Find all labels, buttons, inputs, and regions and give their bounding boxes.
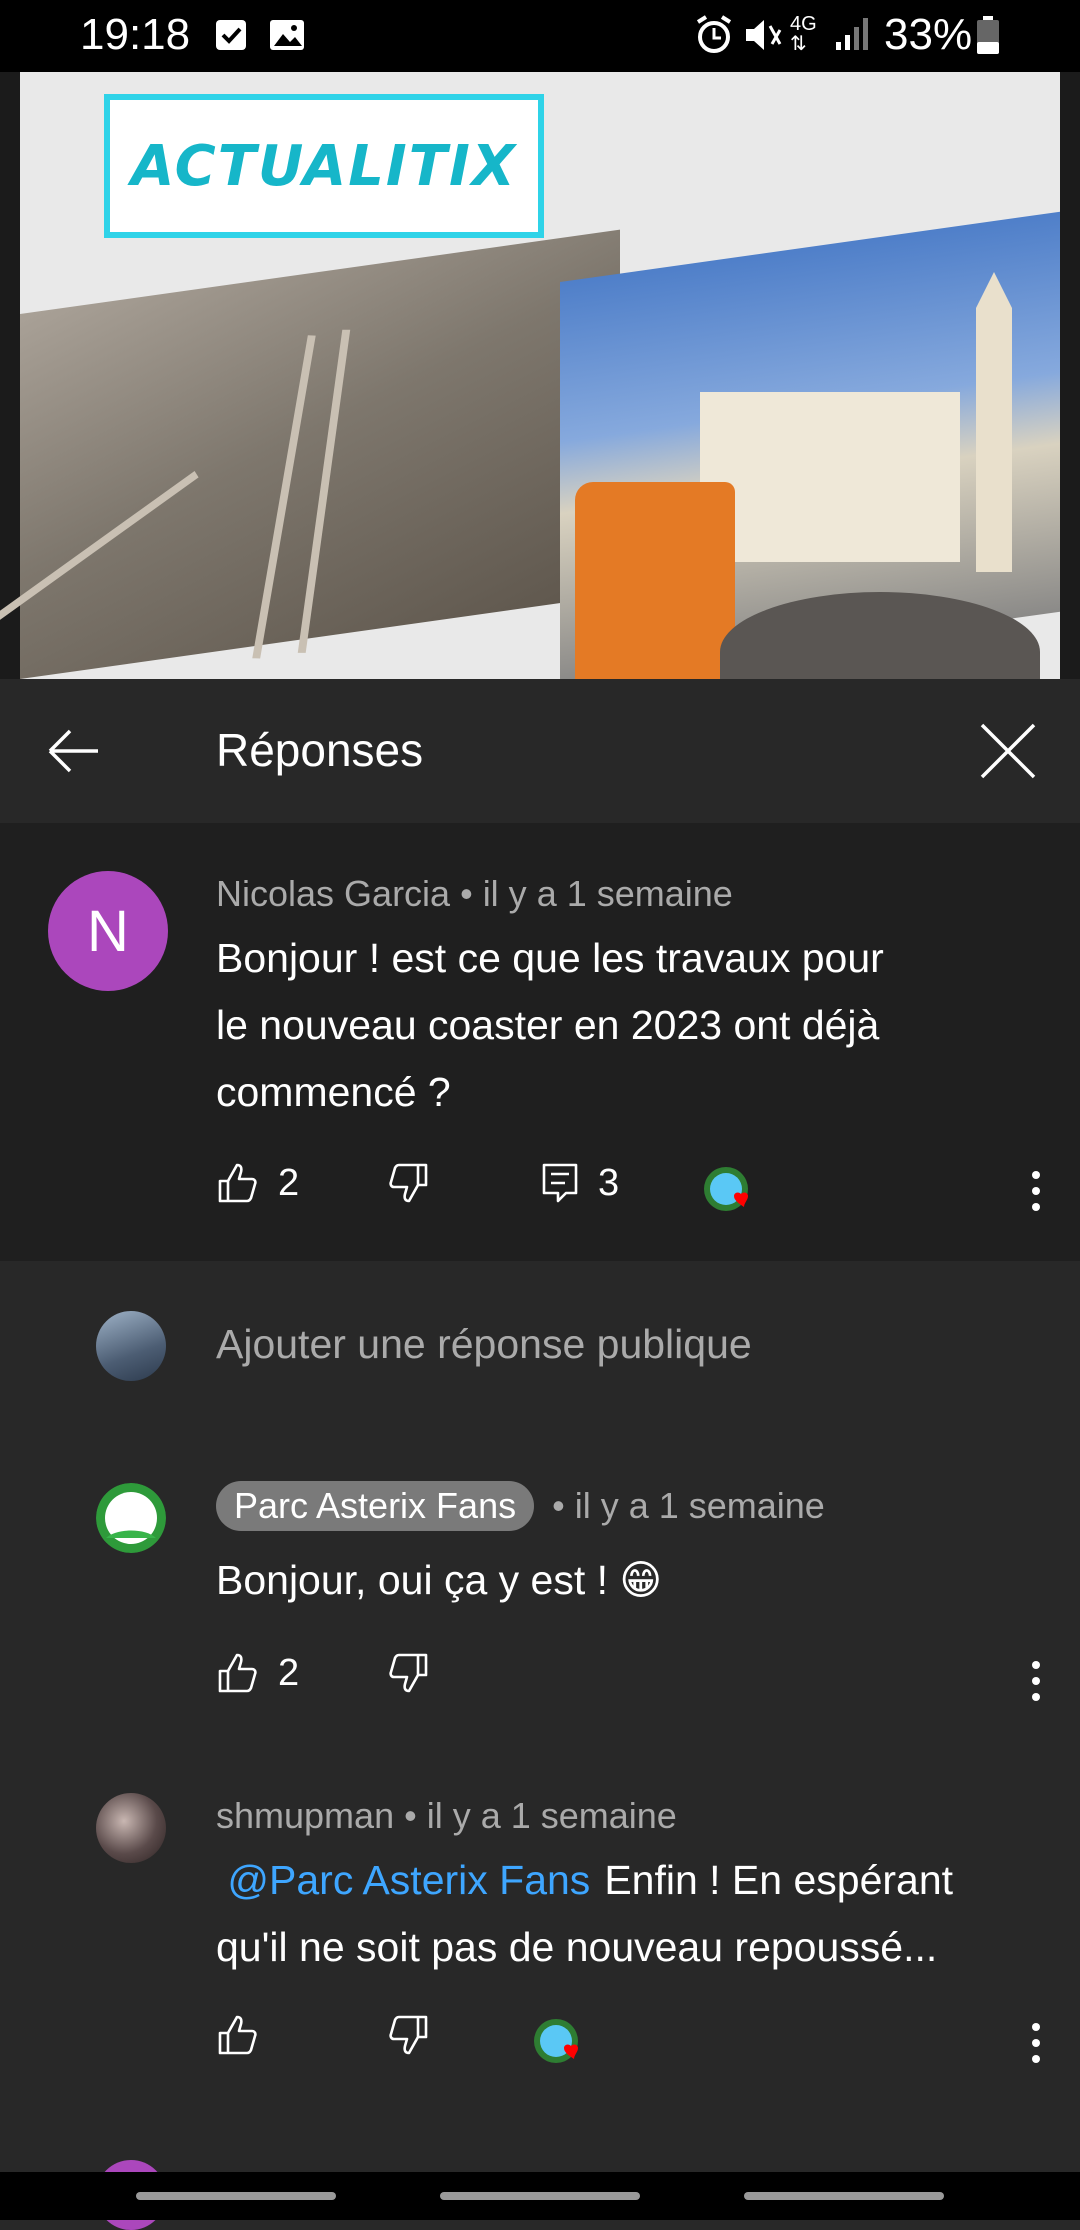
- comment-text-segment: Enfin ! En espérant: [604, 1857, 954, 1903]
- like-count: 2: [278, 1161, 300, 1204]
- comment-meta: shmupman • il y a 1 semaine: [216, 1795, 677, 1837]
- meta-separator: •: [542, 1485, 575, 1526]
- reply-input-row: Ajouter une réponse publique: [0, 1261, 1080, 1435]
- comment-text: Bonjour ! est ce que les travaux pour le…: [216, 925, 1026, 1126]
- comment-text-line: @Parc Asterix Fans Enfin ! En espérant: [216, 1847, 1026, 1914]
- reply-count-button[interactable]: 3: [540, 1161, 619, 1205]
- more-options-button[interactable]: [1026, 2017, 1046, 2069]
- reply-count: 3: [598, 1161, 620, 1204]
- comment-author[interactable]: shmupman: [216, 1795, 394, 1836]
- creator-heart: [702, 1165, 752, 1215]
- creator-heart-icon: [704, 1167, 748, 1211]
- temple-building: [700, 392, 960, 562]
- avatar[interactable]: [96, 1793, 166, 1863]
- avatar-letter: N: [87, 898, 129, 964]
- comment-actions: 2: [216, 1651, 1046, 1711]
- signal-icon: [836, 18, 868, 50]
- creator-author-chip[interactable]: Parc Asterix Fans: [216, 1481, 535, 1531]
- avatar[interactable]: [96, 1483, 166, 1553]
- reply-comment: shmupman • il y a 1 semaine @Parc Asteri…: [0, 1763, 1080, 2163]
- channel-logo: ACTUALITIX: [104, 94, 544, 238]
- like-button[interactable]: 2: [216, 1161, 299, 1205]
- more-options-button[interactable]: [1026, 1165, 1046, 1217]
- comment-text: @Parc Asterix Fans Enfin ! En espérant qu…: [216, 1847, 1026, 1981]
- back-button[interactable]: [36, 715, 108, 787]
- comment-author[interactable]: Nicolas Garcia: [216, 873, 450, 914]
- like-button[interactable]: 2: [216, 1651, 299, 1695]
- logo-text: ACTUALITIX: [131, 133, 517, 199]
- dislike-button[interactable]: [386, 1651, 430, 1695]
- comment-time: il y a 1 semaine: [574, 1485, 825, 1526]
- creator-heart-icon: [534, 2019, 578, 2063]
- parc-asterix-avatar-icon: [96, 1483, 166, 1553]
- comment-time: il y a 1 semaine: [426, 1795, 677, 1836]
- page-title: Réponses: [216, 724, 424, 776]
- more-options-button[interactable]: [1026, 1655, 1046, 1707]
- reply-input[interactable]: Ajouter une réponse publique: [216, 1321, 752, 1368]
- checkbox-icon: [216, 20, 246, 50]
- mute-icon: [746, 20, 782, 50]
- like-button[interactable]: [216, 2013, 260, 2057]
- network-label: 4G: [790, 13, 817, 35]
- dislike-button[interactable]: [386, 1161, 430, 1205]
- nav-recents[interactable]: [136, 2192, 336, 2200]
- orange-van: [575, 482, 735, 679]
- alarm-icon: [696, 15, 732, 53]
- close-icon: [980, 723, 1036, 779]
- like-count: 2: [278, 1651, 300, 1694]
- nav-home[interactable]: [440, 2192, 640, 2200]
- status-bar: 19:18 4G ⇅ 33%: [0, 0, 1080, 72]
- meta-separator: •: [394, 1795, 427, 1836]
- video-player[interactable]: ACTUALITIX: [0, 72, 1080, 679]
- battery-icon: [977, 16, 999, 54]
- system-nav-bar: [0, 2172, 1080, 2220]
- comment-text-line: le nouveau coaster en 2023 ont déjà: [216, 1002, 880, 1048]
- comment-text-line: qu'il ne soit pas de nouveau repoussé...: [216, 1924, 938, 1970]
- obelisk: [976, 272, 1012, 572]
- replies-header: Réponses: [0, 679, 1080, 823]
- thumbs-down-icon: [389, 1653, 428, 1693]
- more-vert-icon: [1032, 2023, 1040, 2063]
- user-avatar: [96, 1311, 166, 1381]
- more-vert-icon: [1032, 1171, 1040, 1211]
- comment-icon: [542, 1163, 578, 1203]
- comment-text-line: commencé ?: [216, 1069, 451, 1115]
- meta-separator: •: [450, 873, 483, 914]
- comment-text-line: Bonjour ! est ce que les travaux pour: [216, 935, 884, 981]
- thumbs-down-icon: [389, 2015, 428, 2055]
- avatar[interactable]: N: [48, 871, 168, 991]
- arrow-left-icon: [48, 729, 98, 773]
- comment-text: Bonjour, oui ça y est ! 😁: [216, 1557, 663, 1603]
- comment-actions: 2 3: [216, 1161, 1046, 1221]
- thumbs-up-icon: [218, 2015, 257, 2055]
- reply-comment: Parc Asterix Fans • il y a 1 semaine Bon…: [0, 1433, 1080, 1763]
- network-4g-icon: 4G ⇅: [790, 13, 817, 55]
- dislike-button[interactable]: [386, 2013, 430, 2057]
- close-button[interactable]: [972, 715, 1044, 787]
- thumbs-up-icon: [218, 1163, 257, 1203]
- comment-time: il y a 1 semaine: [482, 873, 733, 914]
- nav-back[interactable]: [744, 2192, 944, 2200]
- thumbs-up-icon: [218, 1653, 257, 1693]
- battery-percent: 33%: [884, 10, 973, 59]
- more-vert-icon: [1032, 1661, 1040, 1701]
- comment-meta: Parc Asterix Fans • il y a 1 semaine: [216, 1481, 825, 1531]
- creator-heart: [532, 2017, 582, 2067]
- status-time: 19:18: [80, 10, 191, 59]
- comment-meta: Nicolas Garcia • il y a 1 semaine: [216, 873, 733, 915]
- mention-link[interactable]: @Parc Asterix Fans: [227, 1857, 590, 1903]
- comment-actions: [216, 2013, 1046, 2073]
- thumbs-down-icon: [389, 1163, 428, 1203]
- parent-comment: N Nicolas Garcia • il y a 1 semaine Bonj…: [0, 823, 1080, 1261]
- image-icon: [270, 20, 304, 50]
